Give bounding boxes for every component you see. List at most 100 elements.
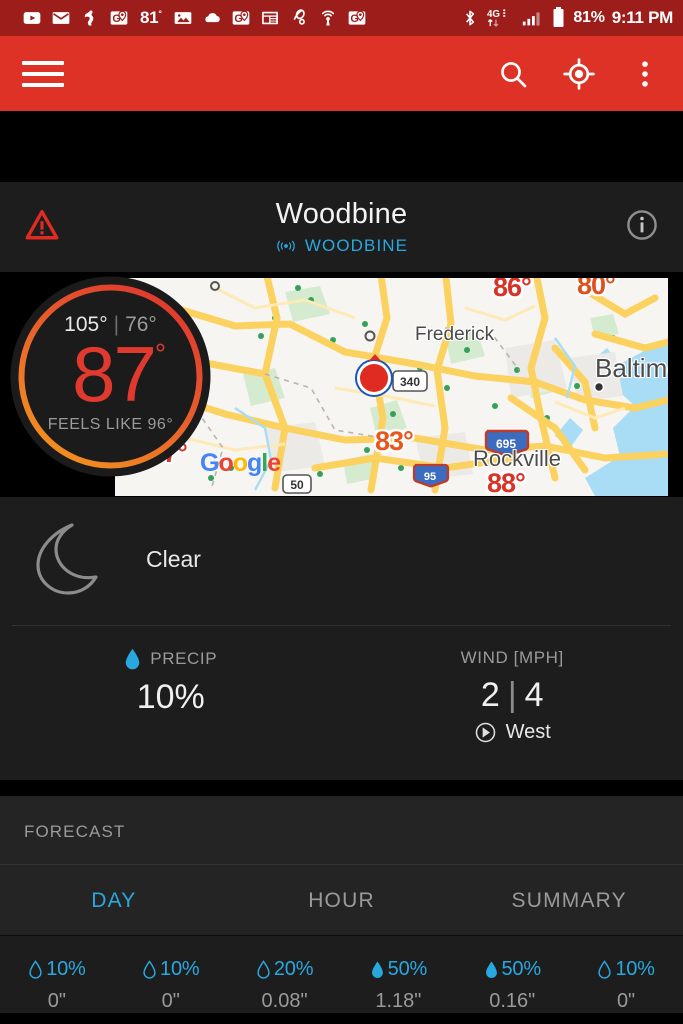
menu-bar-2 [22, 71, 64, 76]
wind-stat: WIND [MPH] 2 | 4 West [342, 648, 683, 744]
maps-pin-icon-2: G [232, 10, 249, 25]
water-drop-outline-icon [598, 960, 611, 979]
precip-value: 10% [136, 678, 205, 716]
water-drop-icon [126, 648, 140, 670]
temperature-readout: 105° | 76° 87 ° FEELS LIKE 96° [8, 274, 213, 479]
forecast-precip-row: 20% [228, 958, 342, 981]
radio-signal-icon [277, 240, 295, 252]
condition-text: Clear [146, 545, 201, 572]
wind-separator: | [507, 676, 517, 714]
signal-strength-icon [523, 12, 540, 26]
current-temp-wrapper: 87 ° [72, 335, 166, 413]
info-icon[interactable] [625, 208, 659, 242]
forecast-precip-pct: 20% [273, 958, 314, 980]
wind-direction: West [505, 721, 551, 743]
map-temp: 80° [577, 278, 616, 300]
status-bar-system-icons: 4G 81% 9:11 PM [460, 6, 673, 30]
forecast-precip-pct: 50% [501, 958, 542, 980]
forecast-amount: 0" [47, 990, 67, 1012]
svg-text:4G: 4G [487, 9, 500, 20]
condition-row: Clear [0, 497, 683, 625]
forecast-precip-pct: 10% [46, 958, 86, 980]
youtube-icon [23, 12, 41, 24]
precip-stat: PRECIP 10% [0, 648, 342, 744]
forecast-precip-pct: 50% [387, 958, 428, 980]
forecast-day-column[interactable]: 10% 0" [114, 958, 228, 1013]
more-options-icon[interactable] [629, 58, 661, 90]
news-icon [261, 11, 278, 25]
location-header: Woodbine WOODBINE [0, 182, 683, 272]
water-drop-outline-icon [143, 960, 156, 979]
mail-icon [52, 12, 70, 24]
station-name: WOODBINE [304, 236, 409, 255]
svg-text:95: 95 [424, 471, 436, 483]
forecast-day-column[interactable]: 20% 0.08" [228, 958, 342, 1013]
precip-label: PRECIP [150, 649, 218, 668]
current-conditions-card: Woodbine WOODBINE 340 50 695 95 Google F… [0, 182, 683, 780]
forecast-amount: 0" [161, 990, 180, 1012]
forecast-day-column[interactable]: 10% 0" [569, 958, 683, 1013]
menu-bar-1 [22, 60, 64, 65]
maps-pin-icon: G [110, 10, 128, 25]
status-bar: G 81° G G 4G 81% 9:11 PM [0, 0, 683, 36]
black-spacer [0, 111, 683, 182]
location-title-block: Woodbine WOODBINE [0, 198, 683, 256]
android-auto-icon [84, 10, 94, 26]
forecast-precip-pct: 10% [160, 958, 200, 980]
forecast-precip-pct: 10% [615, 958, 655, 980]
map-temp: 86° [493, 278, 532, 302]
water-drop-outline-icon [257, 960, 270, 979]
crescent-moon-icon [36, 523, 98, 595]
forecast-day-column[interactable]: 50% 0.16" [455, 958, 569, 1013]
current-temp-degree: ° [154, 338, 166, 370]
forecast-precip-row: 10% [0, 958, 114, 981]
forecast-amount: 0" [616, 990, 636, 1012]
forecast-columns: 10% 0" 10% 0" 20% 0.08" 50% 1.18" 50% 0.… [0, 936, 683, 1013]
bluetooth-icon [466, 10, 475, 26]
water-drop-outline-icon [29, 960, 42, 979]
water-drop-icon [485, 961, 497, 978]
water-drop-icon [371, 961, 383, 978]
forecast-amount: 1.18" [375, 990, 422, 1012]
wind-direction-row: West [342, 721, 683, 744]
svg-text:50: 50 [290, 478, 304, 492]
app-bar [0, 36, 683, 111]
station-row[interactable]: WOODBINE [0, 236, 683, 256]
app-bar-actions [497, 57, 661, 90]
current-temperature-dial: 105° | 76° 87 ° FEELS LIKE 96° [8, 274, 213, 479]
forecast-precip-row: 50% [455, 958, 569, 981]
clock: 9:11 PM [611, 8, 674, 27]
forecast-precip-row: 50% [341, 958, 455, 981]
menu-icon[interactable] [22, 59, 64, 89]
tab-hour[interactable]: HOUR [228, 865, 456, 935]
photos-icon [174, 12, 191, 24]
forecast-day-column[interactable]: 50% 1.18" [341, 958, 455, 1013]
map-label: Frederick [415, 324, 495, 345]
fitness-icon [293, 9, 305, 25]
wind-header: WIND [MPH] [342, 648, 683, 668]
radar-map-row: 340 50 695 95 Google Frederick Baltim Ro… [0, 272, 683, 497]
forecast-amount: 0.08" [261, 990, 308, 1012]
tab-summary[interactable]: SUMMARY [455, 865, 683, 935]
current-temp: 87 [72, 330, 157, 419]
forecast-section: FORECAST DAY HOUR SUMMARY [0, 796, 683, 936]
svg-text:340: 340 [400, 375, 420, 389]
forecast-amount: 0.16" [489, 990, 536, 1012]
wind-direction-arrow-icon [475, 722, 495, 743]
maps-pin-icon-3: G [348, 10, 365, 25]
wind-label: WIND [MPH] [460, 648, 564, 667]
wind-value: 2 | 4 [342, 676, 683, 715]
status-bar-notification-icons: G 81° G G [22, 8, 460, 28]
search-icon[interactable] [497, 58, 529, 90]
cloud-icon [205, 13, 220, 23]
my-location-icon[interactable] [563, 57, 595, 90]
wind-min: 2 [480, 676, 500, 714]
forecast-precip-row: 10% [114, 958, 228, 981]
tab-day[interactable]: DAY [0, 865, 228, 935]
forecast-day-column[interactable]: 10% 0" [0, 958, 114, 1013]
battery-icon [553, 7, 564, 27]
wind-max: 4 [524, 676, 544, 714]
forecast-title: FORECAST [24, 822, 126, 841]
podcast-icon [321, 10, 334, 26]
precip-header: PRECIP [0, 648, 342, 670]
